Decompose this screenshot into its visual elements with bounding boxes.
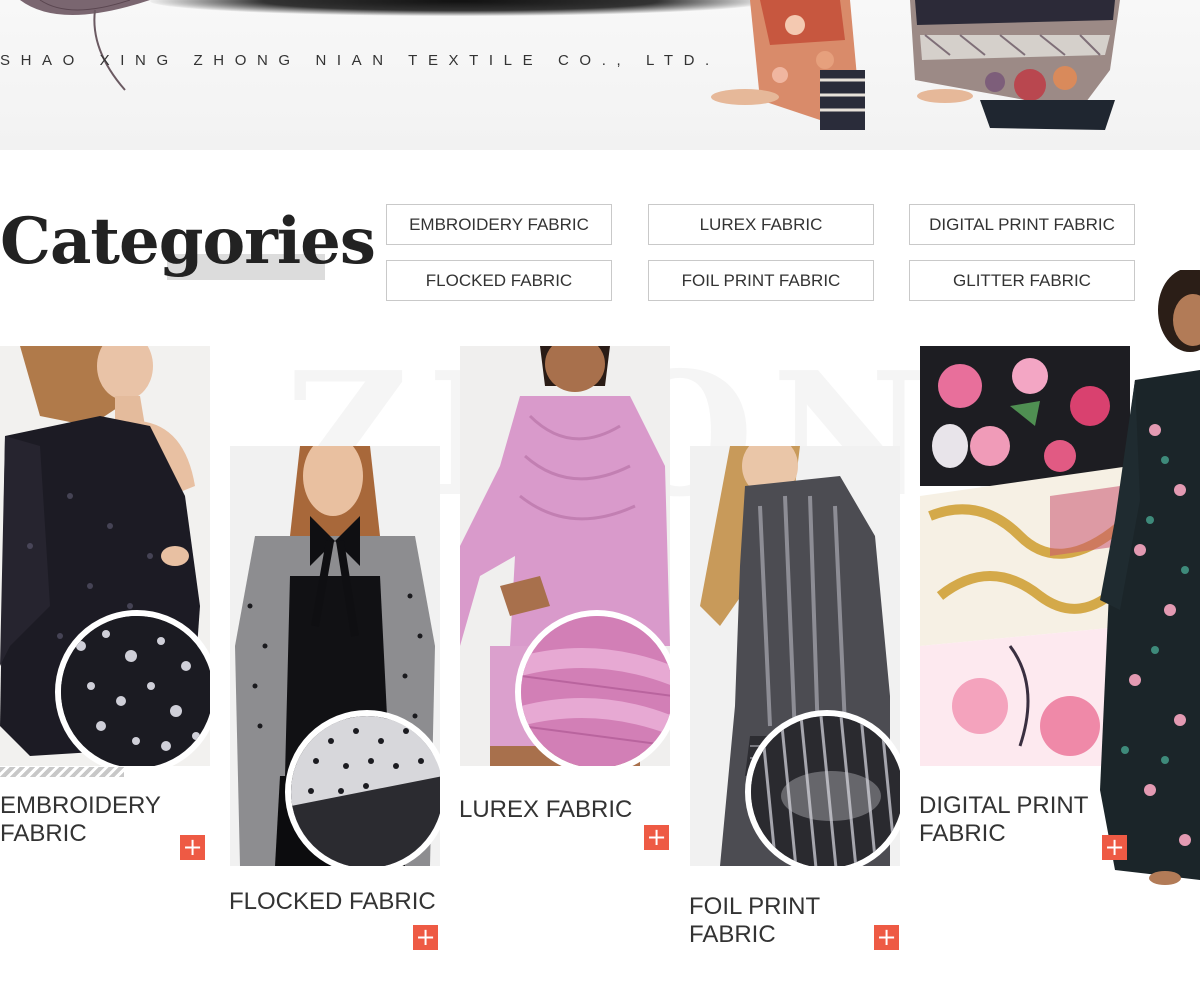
lurex-swatch-image [515,610,670,766]
category-button-digital-print[interactable]: DIGITAL PRINT FABRIC [909,204,1135,245]
lurex-add-button[interactable]: + [644,825,669,850]
embroidery-add-button[interactable]: + [180,835,205,860]
flocked-add-button[interactable]: + [413,925,438,950]
digital-print-add-button[interactable]: + [1102,835,1127,860]
header-shadow-decoration [150,0,770,16]
flocked-swatch-image [285,710,440,866]
lurex-fabric-label[interactable]: LUREX FABRIC [459,796,632,824]
foil-print-swatch-image [745,710,900,866]
category-button-foil-print[interactable]: FOIL PRINT FABRIC [648,260,874,301]
categories-title: Categories [0,204,376,279]
lurex-product-image[interactable] [460,346,670,766]
foil-print-add-button[interactable]: + [874,925,899,950]
company-name: SHAO XING ZHONG NIAN TEXTILE CO., LTD. [0,52,720,69]
striped-decoration [0,767,124,777]
model-print-dress-image [711,0,1120,130]
foil-print-fabric-label[interactable]: FOIL PRINT FABRIC [689,893,820,949]
header-banner: SHAO XING ZHONG NIAN TEXTILE CO., LTD. [0,0,1200,150]
leaf-decoration-icon [20,0,150,91]
foil-print-product-image[interactable] [690,446,900,866]
embroidery-fabric-label[interactable]: EMBROIDERY FABRIC [0,792,161,848]
digital-print-fabric-label[interactable]: DIGITAL PRINT FABRIC [919,792,1088,848]
category-button-embroidery[interactable]: EMBROIDERY FABRIC [386,204,612,245]
flocked-fabric-label[interactable]: FLOCKED FABRIC [229,888,436,916]
embroidery-swatch-image [55,610,210,766]
embroidery-product-image[interactable] [0,346,210,766]
category-button-lurex[interactable]: LUREX FABRIC [648,204,874,245]
category-button-flocked[interactable]: FLOCKED FABRIC [386,260,612,301]
flocked-product-image[interactable] [230,446,440,866]
floral-dress-model-image [1100,270,1200,885]
